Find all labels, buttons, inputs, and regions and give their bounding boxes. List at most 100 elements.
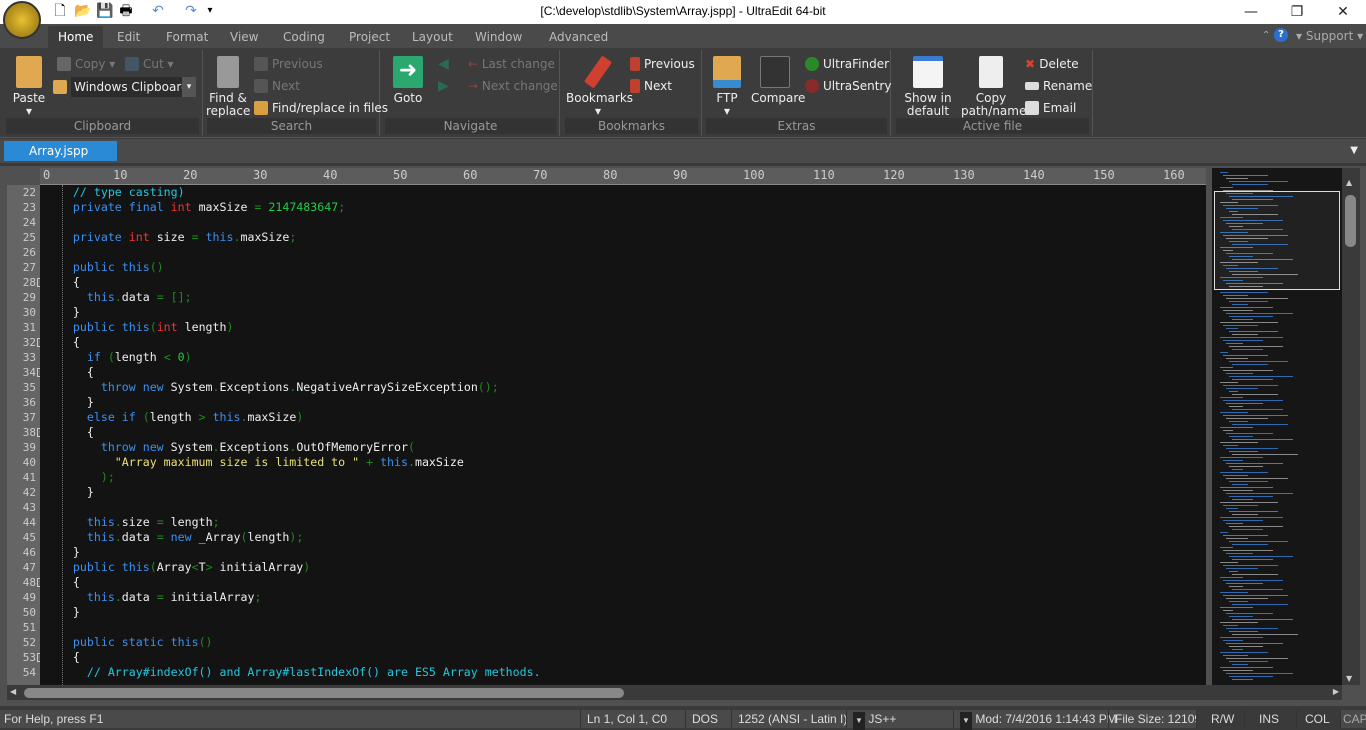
tab-project[interactable]: Project [339, 26, 400, 48]
code-line[interactable]: // Array#indexOf() and Array#lastIndexOf… [45, 665, 541, 680]
code-line[interactable]: { [45, 575, 80, 590]
scroll-right-icon[interactable]: ▶ [1333, 687, 1339, 696]
tab-window[interactable]: Window [465, 26, 532, 48]
code-line[interactable]: public this(int length) [45, 320, 234, 335]
language-select[interactable]: ▼ JS++ [846, 710, 896, 730]
help-icon[interactable]: ? [1274, 28, 1288, 42]
token-punctuation: ); [289, 530, 304, 544]
bookmarks-button[interactable]: Bookmarks ▾ [566, 55, 633, 118]
code-editor[interactable]: // type casting) private final int maxSi… [40, 185, 1206, 685]
ultrafinder-button[interactable]: UltraFinder [805, 55, 889, 73]
minimap-line [1232, 634, 1298, 635]
minimize-button[interactable]: — [1228, 2, 1274, 22]
tab-edit[interactable]: Edit [107, 26, 150, 48]
tab-coding[interactable]: Coding [273, 26, 335, 48]
code-line[interactable]: ); [45, 470, 115, 485]
code-line[interactable]: { [45, 425, 94, 440]
status-position[interactable]: Ln 1, Col 1, C0 [580, 710, 667, 728]
vertical-scroll-thumb[interactable] [1345, 195, 1356, 247]
code-line[interactable]: } [45, 485, 94, 500]
new-file-icon[interactable]: 🗋 [52, 3, 68, 19]
customize-quick-access-icon[interactable]: ▾ [202, 3, 218, 19]
code-line[interactable]: private int size = this.maxSize; [45, 230, 296, 245]
tab-home[interactable]: Home [48, 26, 104, 48]
print-icon[interactable]: 🖶 [118, 3, 134, 19]
minimap-viewport[interactable] [1214, 191, 1340, 290]
email-button[interactable]: Email [1025, 99, 1076, 117]
bookmarks-group-label: Bookmarks [565, 118, 698, 134]
next-change-button[interactable]: → Next change [468, 77, 558, 95]
code-line[interactable]: if (length < 0) [45, 350, 192, 365]
undo-icon[interactable]: ↶ [150, 3, 166, 19]
restore-button[interactable]: ❐ [1274, 2, 1320, 22]
code-line[interactable]: public this() [45, 260, 164, 275]
code-line[interactable]: } [45, 395, 94, 410]
last-change-button[interactable]: ← Last change [468, 55, 555, 73]
back-icon[interactable]: ◀ [438, 56, 449, 72]
bookmark-previous-icon [630, 57, 640, 71]
code-line[interactable]: { [45, 650, 80, 665]
status-ins[interactable]: INS [1244, 710, 1296, 728]
forward-icon[interactable]: ▶ [438, 78, 449, 94]
scroll-down-icon[interactable]: ▼ [1346, 674, 1352, 683]
ftp-button[interactable]: FTP ▾ [707, 56, 747, 118]
status-modified[interactable]: ▼ Mod: 7/4/2016 1:14:43 PM [953, 710, 1117, 730]
code-line[interactable]: this.data = []; [45, 290, 192, 305]
find-in-files-button[interactable]: Find/replace in files [254, 99, 388, 117]
code-line[interactable]: { [45, 365, 94, 380]
redo-icon[interactable]: ↷ [183, 3, 199, 19]
copy-button[interactable]: Copy ▾ [57, 55, 115, 73]
tab-layout[interactable]: Layout [402, 26, 463, 48]
doc-tab-array-jspp[interactable]: Array.jspp [4, 141, 117, 161]
status-encoding[interactable]: 1252 (ANSI - Latin I) [731, 710, 847, 728]
code-line[interactable]: this.data = new _Array(length); [45, 530, 303, 545]
scroll-left-icon[interactable]: ◀ [10, 687, 16, 696]
rename-button[interactable]: Rename [1025, 77, 1092, 95]
code-line[interactable]: else if (length > this.maxSize) [45, 410, 303, 425]
code-line[interactable]: { [45, 275, 80, 290]
cut-button[interactable]: Cut ▾ [125, 55, 174, 73]
find-previous-button[interactable]: Previous [254, 55, 323, 73]
clipboard-select[interactable]: Windows Clipboard ▾ [71, 77, 196, 97]
code-line[interactable]: // type casting) [45, 185, 185, 200]
tab-list-dropdown-icon[interactable]: ▼ [1350, 145, 1358, 156]
tab-format[interactable]: Format [156, 26, 218, 48]
show-label-1: Show in [904, 91, 952, 105]
collapse-ribbon-icon[interactable]: ⌃ [1262, 30, 1270, 41]
support-menu[interactable]: ▾ Support ▾ [1296, 29, 1363, 43]
bookmark-previous-button[interactable]: Previous [630, 55, 695, 73]
delete-button[interactable]: ✖ Delete [1025, 55, 1079, 73]
code-line[interactable]: public static this() [45, 635, 213, 650]
status-rw[interactable]: R/W [1196, 710, 1244, 728]
find-replace-button[interactable]: Find & replace [206, 56, 250, 118]
goto-button[interactable]: ➜ Goto [388, 56, 428, 105]
app-logo[interactable] [3, 1, 41, 39]
save-icon[interactable]: 💾 [96, 3, 113, 19]
code-line[interactable]: throw new System.Exceptions.NegativeArra… [45, 380, 499, 395]
chevron-down-icon[interactable]: ▾ [182, 77, 196, 97]
paste-button[interactable]: Paste ▾ [9, 56, 49, 118]
code-line[interactable]: private final int maxSize = 2147483647; [45, 200, 345, 215]
code-line[interactable]: { [45, 335, 80, 350]
horizontal-scroll-thumb[interactable] [24, 688, 624, 698]
close-button[interactable]: ✕ [1320, 2, 1366, 22]
tab-view[interactable]: View [220, 26, 268, 48]
find-next-button[interactable]: Next [254, 77, 300, 95]
compare-button[interactable]: Compare [751, 56, 805, 105]
tab-advanced[interactable]: Advanced [539, 26, 618, 48]
code-line[interactable]: } [45, 545, 80, 560]
ultrasentry-button[interactable]: UltraSentry [805, 77, 891, 95]
code-line[interactable]: } [45, 605, 80, 620]
code-line[interactable]: public this(Array<T> initialArray) [45, 560, 310, 575]
code-line[interactable]: this.data = initialArray; [45, 590, 262, 605]
code-line[interactable]: "Array maximum size is limited to " + th… [45, 455, 464, 470]
bookmark-next-button[interactable]: Next [630, 77, 672, 95]
status-line-ending[interactable]: DOS [685, 710, 718, 728]
scroll-up-icon[interactable]: ▲ [1346, 178, 1352, 187]
copy-path-button[interactable]: Copy path/name [961, 56, 1026, 118]
code-line[interactable]: this.size = length; [45, 515, 220, 530]
status-col[interactable]: COL [1296, 710, 1340, 728]
open-folder-icon[interactable]: 📂 [74, 3, 91, 19]
code-line[interactable]: } [45, 305, 80, 320]
code-line[interactable]: throw new System.Exceptions.OutOfMemoryE… [45, 440, 415, 455]
